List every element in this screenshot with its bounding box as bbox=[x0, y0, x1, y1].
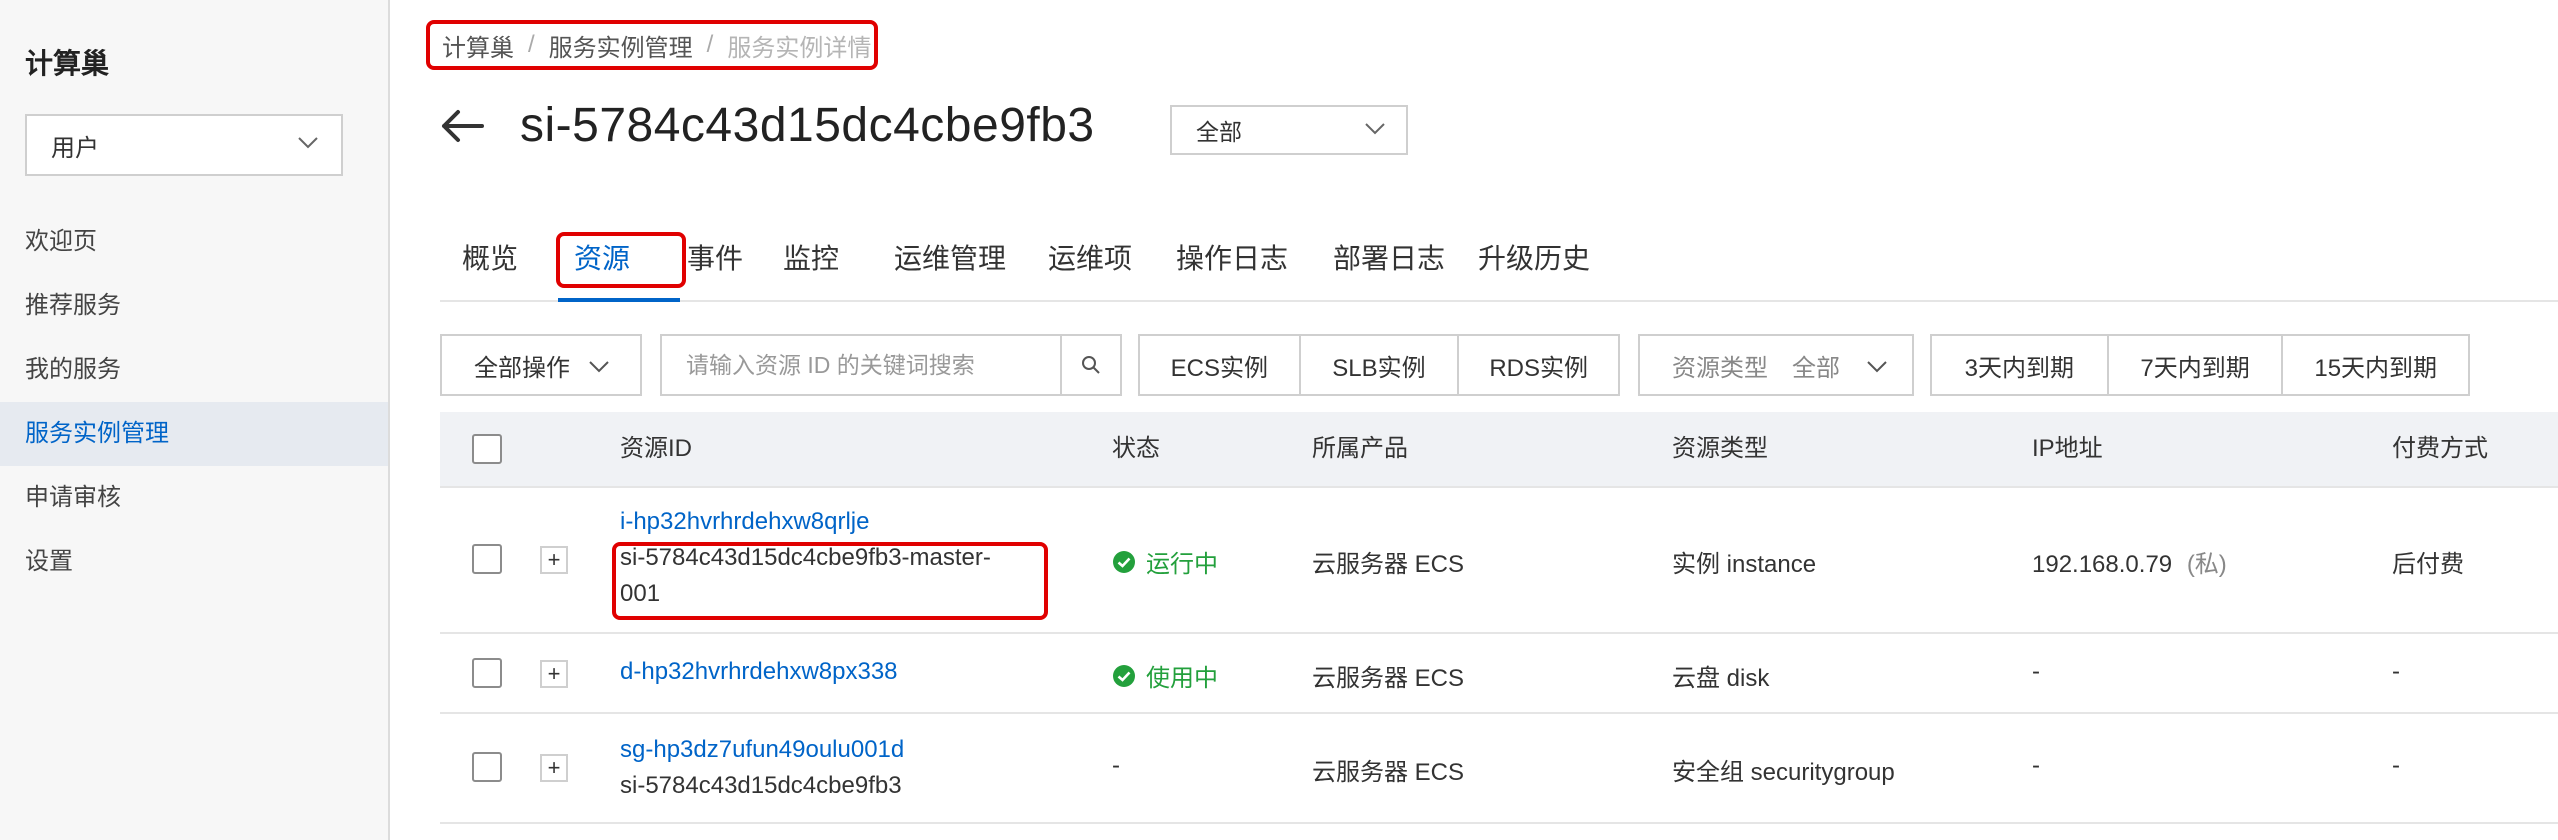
status-cell: 运行中 bbox=[1112, 544, 1218, 579]
column-header: 付费方式 bbox=[2392, 435, 2488, 462]
resource-id-link[interactable]: d-hp32hvrhrdehxw8px338 bbox=[620, 658, 898, 686]
resource-type-value: 全部 bbox=[1792, 354, 1840, 382]
resource-type-cell: 安全组 securitygroup bbox=[1672, 759, 1895, 786]
billing-cell: 后付费 bbox=[2392, 551, 2464, 578]
ip-cell: 192.168.0.79 (私) bbox=[2032, 544, 2227, 579]
filter-expire-7d[interactable]: 7天内到期 bbox=[2109, 336, 2284, 394]
tab-overview[interactable]: 概览 bbox=[462, 228, 518, 290]
tab-events[interactable]: 事件 bbox=[687, 228, 743, 290]
column-header: 状态 bbox=[1112, 435, 1160, 462]
tab-upgrade-history[interactable]: 升级历史 bbox=[1478, 228, 1590, 290]
filter-expire-3d[interactable]: 3天内到期 bbox=[1932, 336, 2109, 394]
ip-tag: (私) bbox=[2186, 551, 2227, 578]
ip-cell: - bbox=[2032, 752, 2040, 779]
filter-ecs-instance[interactable]: ECS实例 bbox=[1140, 336, 1301, 394]
row-checkbox[interactable] bbox=[472, 752, 502, 782]
product-cell: 云服务器 ECS bbox=[1312, 665, 1465, 692]
resource-type-label: 资源类型 bbox=[1672, 354, 1768, 382]
row-checkbox[interactable] bbox=[472, 544, 502, 574]
tab-deploy-logs[interactable]: 部署日志 bbox=[1333, 228, 1445, 290]
sidebar-item-instance-management[interactable]: 服务实例管理 bbox=[0, 402, 388, 466]
breadcrumb: 计算巢 / 服务实例管理 / 服务实例详情 bbox=[426, 20, 878, 70]
search-icon bbox=[1082, 356, 1100, 374]
sidebar: 计算巢 用户 欢迎页 推荐服务 我的服务 服务实例管理 申请审核 设置 bbox=[0, 0, 390, 840]
status-text: 使用中 bbox=[1146, 665, 1218, 692]
filter-expire-15d[interactable]: 15天内到期 bbox=[2283, 336, 2468, 394]
ip-address: 192.168.0.79 bbox=[2032, 551, 2173, 578]
filter-rds-instance[interactable]: RDS实例 bbox=[1459, 336, 1618, 394]
breadcrumb-current: 服务实例详情 bbox=[727, 34, 872, 62]
sidebar-item-welcome[interactable]: 欢迎页 bbox=[0, 210, 388, 274]
status-cell: 使用中 bbox=[1112, 658, 1218, 693]
tab-monitoring[interactable]: 监控 bbox=[783, 228, 839, 290]
tab-operation-logs[interactable]: 操作日志 bbox=[1176, 228, 1288, 290]
scope-select[interactable]: 全部 bbox=[1170, 105, 1408, 155]
select-all-checkbox[interactable] bbox=[472, 434, 502, 464]
resource-id-link[interactable]: i-hp32hvrhrdehxw8qrlje bbox=[620, 508, 869, 536]
scope-select-value: 全部 bbox=[1196, 119, 1242, 145]
chevron-down-icon bbox=[1867, 361, 1887, 373]
tab-bar: 概览 资源 事件 监控 运维管理 运维项 操作日志 部署日志 升级历史 bbox=[440, 228, 2558, 302]
column-header: 资源类型 bbox=[1672, 435, 1768, 462]
billing-cell: - bbox=[2392, 752, 2400, 779]
user-role-select[interactable]: 用户 bbox=[25, 114, 343, 176]
check-circle-icon bbox=[1113, 550, 1135, 573]
highlight-box bbox=[556, 232, 686, 288]
user-role-select-value: 用户 bbox=[51, 134, 99, 162]
table-row: + sg-hp3dz7ufun49oulu001d si-5784c43d15d… bbox=[440, 714, 2558, 824]
bulk-actions-label: 全部操作 bbox=[474, 354, 570, 382]
sidebar-item-my-services[interactable]: 我的服务 bbox=[0, 338, 388, 402]
sidebar-title: 计算巢 bbox=[25, 48, 110, 79]
resource-name: si-5784c43d15dc4cbe9fb3 bbox=[620, 772, 902, 799]
column-header: 所属产品 bbox=[1312, 435, 1408, 462]
resource-type-select[interactable]: 资源类型 全部 bbox=[1638, 334, 1914, 396]
expiry-filter-group: 3天内到期 7天内到期 15天内到期 bbox=[1930, 334, 2470, 396]
table-row: + d-hp32hvrhrdehxw8px338 使用中 云服务器 ECS 云盘… bbox=[440, 634, 2558, 714]
product-cell: 云服务器 ECS bbox=[1312, 551, 1465, 578]
resource-search-input[interactable] bbox=[660, 334, 1060, 396]
expand-row-button[interactable]: + bbox=[540, 754, 568, 782]
billing-cell: - bbox=[2392, 658, 2400, 685]
breadcrumb-item[interactable]: 计算巢 bbox=[442, 28, 514, 63]
breadcrumb-separator: / bbox=[706, 31, 714, 58]
active-tab-indicator bbox=[558, 298, 680, 302]
page-title: si-5784c43d15dc4cbe9fb3 bbox=[520, 99, 1095, 152]
expand-row-button[interactable]: + bbox=[540, 660, 568, 688]
sidebar-menu: 欢迎页 推荐服务 我的服务 服务实例管理 申请审核 设置 bbox=[0, 210, 388, 594]
expand-row-button[interactable]: + bbox=[540, 546, 568, 574]
product-cell: 云服务器 ECS bbox=[1312, 759, 1465, 786]
status-cell: - bbox=[1112, 752, 1120, 779]
breadcrumb-item[interactable]: 服务实例管理 bbox=[549, 28, 693, 63]
ip-cell: - bbox=[2032, 658, 2040, 685]
back-arrow-icon[interactable] bbox=[438, 108, 486, 144]
status-text: 运行中 bbox=[1146, 551, 1218, 578]
resource-type-cell: 云盘 disk bbox=[1672, 665, 1770, 692]
column-header: 资源ID bbox=[620, 435, 692, 462]
column-header: IP地址 bbox=[2032, 435, 2103, 462]
sidebar-item-review[interactable]: 申请审核 bbox=[0, 466, 388, 530]
row-checkbox[interactable] bbox=[472, 658, 502, 688]
instance-filter-group: ECS实例 SLB实例 RDS实例 bbox=[1138, 334, 1620, 396]
resource-id-link[interactable]: sg-hp3dz7ufun49oulu001d bbox=[620, 736, 904, 764]
table-header: 资源ID 状态 所属产品 资源类型 IP地址 付费方式 bbox=[440, 412, 2558, 488]
chevron-down-icon bbox=[298, 137, 318, 149]
tab-ops-items[interactable]: 运维项 bbox=[1048, 228, 1132, 290]
chevron-down-icon bbox=[589, 361, 609, 373]
check-circle-icon bbox=[1113, 664, 1135, 687]
tab-ops-management[interactable]: 运维管理 bbox=[894, 228, 1006, 290]
filter-slb-instance[interactable]: SLB实例 bbox=[1301, 336, 1460, 394]
breadcrumb-separator: / bbox=[528, 31, 535, 58]
search-button[interactable] bbox=[1060, 334, 1122, 396]
sidebar-item-settings[interactable]: 设置 bbox=[0, 530, 388, 594]
sidebar-item-recommended[interactable]: 推荐服务 bbox=[0, 274, 388, 338]
resource-type-cell: 实例 instance bbox=[1672, 551, 1817, 578]
chevron-down-icon bbox=[1365, 123, 1385, 135]
bulk-actions-dropdown[interactable]: 全部操作 bbox=[440, 334, 642, 396]
highlight-box bbox=[612, 542, 1048, 620]
